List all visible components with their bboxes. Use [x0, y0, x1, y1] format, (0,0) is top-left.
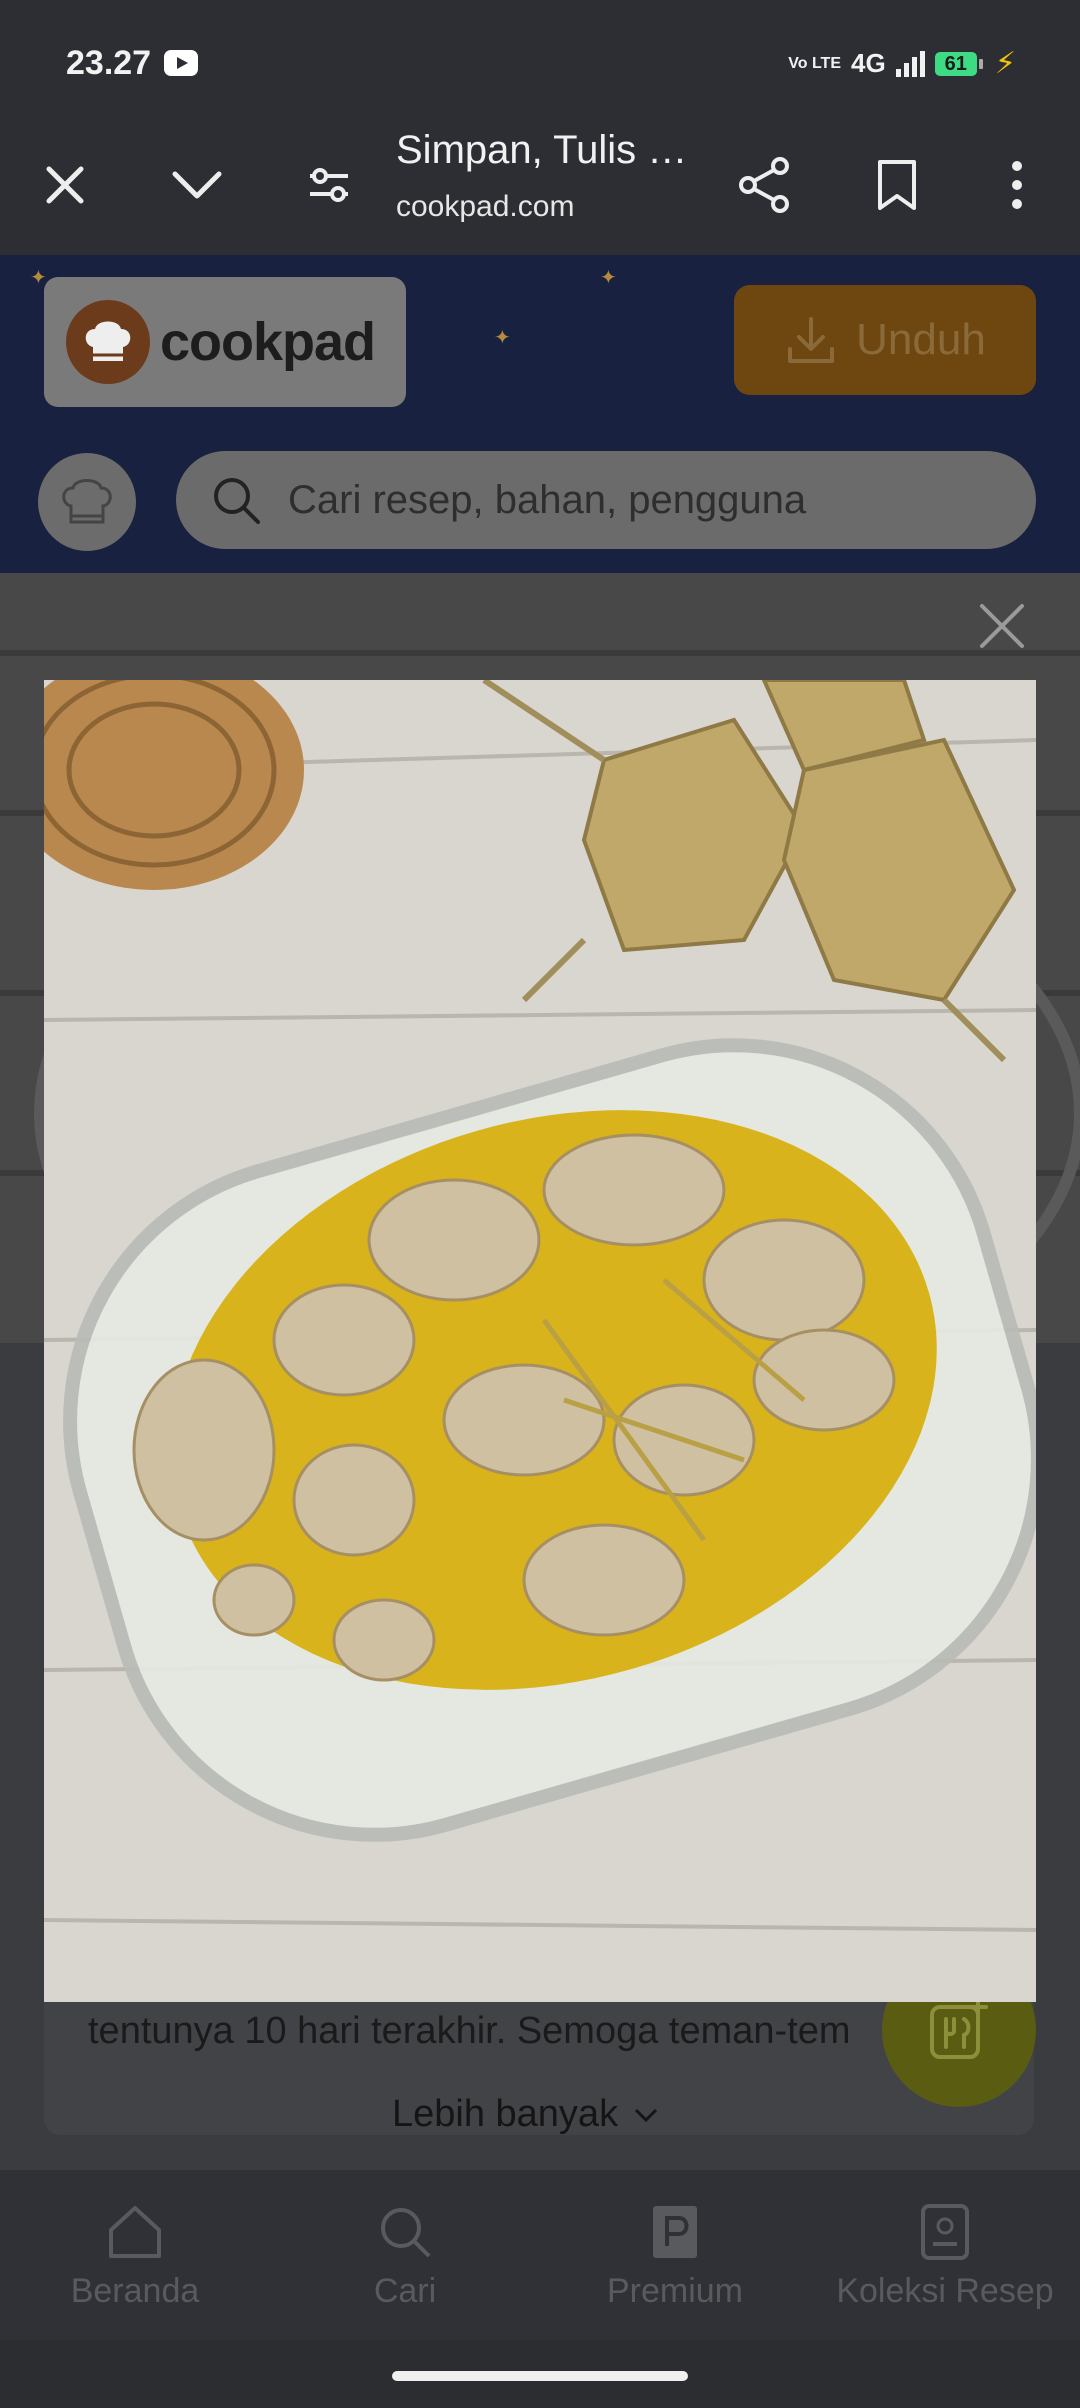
- search-icon: [206, 470, 266, 530]
- decor-star: ✦: [494, 327, 511, 349]
- cutlery-plus-icon: [930, 1997, 988, 2059]
- search-input[interactable]: Cari resep, bahan, pengguna: [176, 451, 1036, 549]
- page-url[interactable]: cookpad.com: [396, 190, 574, 224]
- battery-level: 61: [934, 51, 984, 76]
- charging-icon: ⚡: [994, 47, 1016, 80]
- show-more-label: Lebih banyak: [392, 2093, 619, 2135]
- nav-search[interactable]: Cari: [270, 2170, 540, 2340]
- status-bar: 23.27 Vo LTE 4G 61 ⚡: [0, 0, 1080, 120]
- nav-collection-label: Koleksi Resep: [836, 2272, 1054, 2310]
- home-icon: [109, 2206, 161, 2258]
- premium-icon: [653, 2206, 697, 2258]
- chef-hat-icon: [66, 300, 150, 384]
- site-settings-icon[interactable]: [294, 150, 364, 220]
- chevron-down-icon[interactable]: [162, 150, 232, 220]
- bookmark-icon[interactable]: [862, 150, 932, 220]
- download-label: Unduh: [856, 315, 986, 364]
- collection-icon: [921, 2204, 969, 2260]
- decor-star: ✦: [600, 267, 617, 289]
- site-header: ✦ ✦ ✦ ✦ cookpad Unduh Cari resep, bahan,…: [0, 255, 1080, 573]
- nav-collection[interactable]: Koleksi Resep: [810, 2170, 1080, 2340]
- nav-home[interactable]: Beranda: [0, 2170, 270, 2340]
- status-time: 23.27: [66, 44, 152, 82]
- network-type: 4G: [850, 48, 886, 78]
- more-options-icon[interactable]: [982, 150, 1052, 220]
- chevron-down-icon: [635, 2108, 658, 2122]
- download-icon: [788, 317, 835, 363]
- close-tab-icon[interactable]: [30, 150, 100, 220]
- search-icon: [381, 2208, 431, 2258]
- bottom-navigation: Beranda Cari Premium Koleksi Resep: [0, 2170, 1080, 2340]
- search-placeholder: Cari resep, bahan, pengguna: [288, 477, 807, 522]
- page-title: Simpan, Tulis …: [396, 128, 688, 172]
- recipe-description: tentunya 10 hari terakhir. Semoga teman-…: [88, 2010, 851, 2052]
- chef-hat-icon: [62, 479, 112, 524]
- nav-premium[interactable]: Premium: [540, 2170, 810, 2340]
- user-avatar[interactable]: [38, 453, 136, 551]
- youtube-notification-icon: [164, 50, 198, 76]
- status-indicators: Vo LTE 4G 61 ⚡: [788, 46, 1016, 81]
- nav-premium-label: Premium: [606, 2272, 744, 2310]
- nav-search-label: Cari: [373, 2272, 437, 2310]
- share-icon[interactable]: [730, 150, 800, 220]
- close-image-icon[interactable]: [976, 600, 1028, 652]
- show-more-button[interactable]: Lebih banyak: [392, 2093, 658, 2136]
- volte-indicator: Vo LTE: [788, 54, 841, 72]
- recipe-photo: [44, 680, 1036, 2002]
- download-button[interactable]: Unduh: [734, 285, 1036, 395]
- cookpad-logo[interactable]: cookpad: [44, 277, 406, 407]
- home-gesture-bar[interactable]: [392, 2371, 688, 2381]
- logo-text: cookpad: [160, 312, 376, 372]
- signal-icon: [895, 50, 925, 77]
- nav-home-label: Beranda: [70, 2272, 200, 2310]
